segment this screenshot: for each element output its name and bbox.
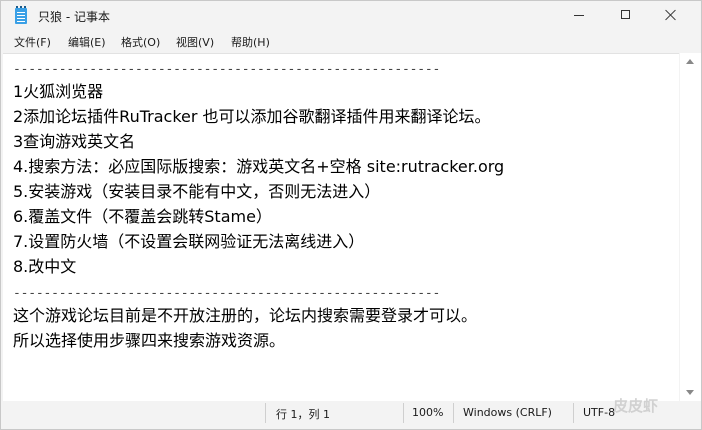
text-line: 所以选择使用步骤四来搜索游戏资源。 [13, 331, 286, 350]
maximize-icon [621, 10, 630, 19]
status-bar: 行 1，列 1 100% Windows (CRLF) UTF-8 [1, 401, 701, 429]
watermark: 皮皮虾 [613, 397, 659, 415]
vertical-scrollbar[interactable] [680, 53, 701, 401]
text-line: 这个游戏论坛目前是不开放注册的，论坛内搜索需要登录才可以。 [13, 306, 478, 325]
menu-edit[interactable]: 编辑(E) [68, 34, 106, 50]
status-divider [265, 403, 266, 423]
text-line: 6.覆盖文件（不覆盖会跳转Stame） [13, 207, 272, 226]
text-line: 2添加论坛插件RuTracker 也可以添加谷歌翻译插件用来翻译论坛。 [13, 107, 491, 126]
menu-help[interactable]: 帮助(H) [231, 34, 270, 50]
text-line: 8.改中文 [13, 257, 77, 276]
text-line: 7.设置防火墙（不设置会联网验证无法离线进入） [13, 232, 365, 251]
scroll-up-icon[interactable] [686, 59, 694, 64]
minimize-icon [574, 15, 584, 16]
title-bar[interactable]: 只狼 - 记事本 [1, 1, 701, 31]
text-line: 1火狐浏览器 [13, 82, 104, 101]
cursor-position: 行 1，列 1 [276, 408, 330, 421]
status-divider [403, 403, 404, 423]
line-ending: Windows (CRLF) [463, 406, 552, 419]
menu-file[interactable]: 文件(F) [14, 34, 51, 50]
scroll-down-icon[interactable] [686, 390, 694, 395]
menu-bar: 文件(F) 编辑(E) 格式(O) 视图(V) 帮助(H) [1, 31, 701, 52]
window-title: 只狼 - 记事本 [38, 10, 110, 24]
text-line: 3查询游戏英文名 [13, 132, 136, 151]
menu-view[interactable]: 视图(V) [176, 34, 214, 50]
notepad-icon [15, 6, 27, 24]
status-divider [453, 403, 454, 423]
menu-format[interactable]: 格式(O) [121, 34, 160, 50]
encoding: UTF-8 [583, 406, 616, 419]
close-icon [665, 9, 677, 21]
notepad-window: 只狼 - 记事本 文件(F) 编辑(E) 格式(O) 视图(V) 帮助(H) -… [0, 0, 702, 430]
zoom-level: 100% [412, 406, 444, 419]
text-line: 5.安装游戏（安装目录不能有中文，否则无法进入） [13, 182, 381, 201]
minimize-button[interactable] [557, 1, 603, 31]
text-editor[interactable]: ----------------------------------------… [3, 53, 679, 402]
text-line: 4.搜索方法：必应国际版搜索：游戏英文名+空格 site:rutracker.o… [13, 157, 505, 176]
status-divider [573, 403, 574, 423]
close-button[interactable] [649, 1, 695, 31]
maximize-button[interactable] [603, 1, 649, 31]
